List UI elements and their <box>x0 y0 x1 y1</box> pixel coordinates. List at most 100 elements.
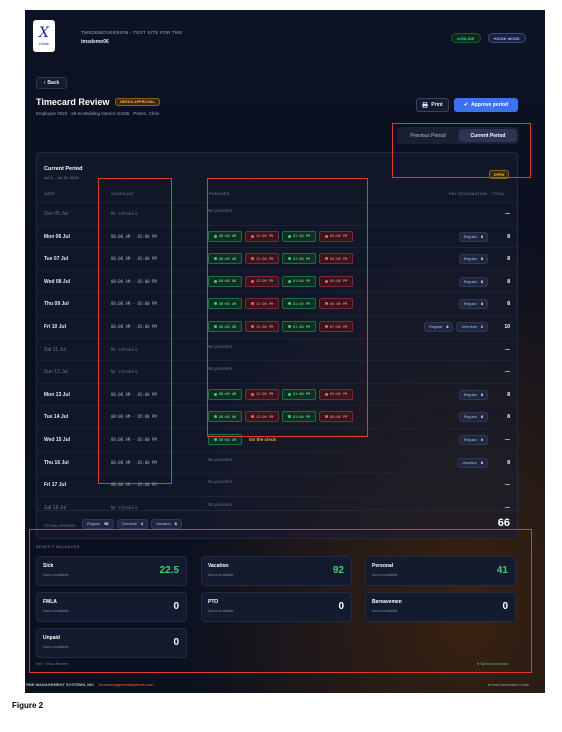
punch-in-dot-icon <box>287 257 291 261</box>
pay-designation-pill[interactable]: Vacation 8 <box>457 457 488 468</box>
punch-in-chip[interactable]: 01:00 PM <box>282 388 316 400</box>
punch-in-chip[interactable]: 08:00 AM <box>208 253 242 265</box>
table-row: Wed 15 Jul 08:00 AM - 05:00 PM 08:00 AM On … <box>36 428 518 451</box>
pay-designation-pill[interactable]: Regular 8 <box>458 389 488 400</box>
row-punches: 08:00 AM 12:00 PM 01:00 PM 05:00 PM <box>208 253 353 265</box>
punch-in-dot-icon <box>213 415 217 419</box>
pay-designation-pill[interactable]: Regular 8 <box>458 412 488 423</box>
row-punches: No punches <box>208 344 232 349</box>
punch-in-chip[interactable]: 08:00 AM <box>208 230 242 242</box>
punch-out-dot-icon <box>324 234 328 238</box>
row-date: Mon 13 Jul <box>44 391 70 398</box>
punch-time: 05:00 PM <box>329 234 348 239</box>
punch-in-chip[interactable]: 01:00 PM <box>282 321 316 332</box>
punch-out-chip[interactable]: 05:00 PM <box>319 230 353 242</box>
punch-in-chip[interactable]: 08:00 AM <box>208 275 242 287</box>
pay-designation-pill[interactable]: Regular 8 <box>458 299 488 310</box>
no-punches-text: No punches <box>208 366 233 372</box>
pay-designation-pill[interactable]: Regular 8 <box>424 322 454 332</box>
pay-designation-pill[interactable]: Regular 8 <box>458 276 488 287</box>
punch-in-chip[interactable]: 01:00 PM <box>282 230 316 242</box>
punch-out-chip[interactable]: 05:00 PM <box>319 411 353 423</box>
table-row: Tue 14 Jul 08:00 AM - 05:00 PM 08:00 AM 12:… <box>36 405 518 428</box>
table-row: Mon 06 Jul 08:00 AM - 05:00 PM 08:00 AM 12:… <box>36 224 518 248</box>
print-label: Print <box>431 102 443 108</box>
punch-in-chip[interactable]: 01:00 PM <box>282 411 316 423</box>
pay-designation-hours: 0 <box>480 438 483 442</box>
company-link[interactable]: timemanagementsystems.com <box>99 682 153 687</box>
previous-period-tab[interactable]: Previous Period <box>399 129 457 142</box>
company-name: TIME MANAGEMENT SYSTEMS, INC <box>25 682 95 687</box>
back-button[interactable]: ‹ Back <box>36 77 67 89</box>
punch-out-chip[interactable]: 12:00 PM <box>245 298 279 310</box>
punch-time: 01:00 PM <box>292 279 311 284</box>
punch-time: 12:00 PM <box>255 279 274 284</box>
pay-designation-pill[interactable]: Regular 0 <box>458 435 488 445</box>
punch-in-chip[interactable]: 08:00 AM <box>208 321 242 332</box>
pay-designation-hours: 8 <box>480 460 483 465</box>
punch-time: 08:00 AM <box>218 437 237 442</box>
benefit-name: FMLA <box>43 599 57 605</box>
punch-in-chip[interactable]: 08:00 AM <box>208 298 242 310</box>
row-date: Wed 08 Jul <box>44 278 71 285</box>
approve-period-button[interactable]: ✔ Approve period <box>454 98 518 112</box>
punch-out-chip[interactable]: 12:00 PM <box>245 411 279 423</box>
punch-out-chip[interactable]: 05:00 PM <box>319 388 353 400</box>
punch-out-dot-icon <box>324 392 328 396</box>
row-total: 8 <box>507 301 510 308</box>
punch-time: 08:00 AM <box>218 414 237 419</box>
punch-out-chip[interactable]: 05:00 PM <box>319 253 353 265</box>
column-header-date: DATE <box>44 192 56 196</box>
row-date: Tue 14 Jul <box>44 414 69 421</box>
punch-out-chip[interactable]: 07:00 PM <box>319 321 353 332</box>
punch-out-chip[interactable]: 05:00 PM <box>319 298 353 310</box>
row-pay-designation: Regular 8 <box>458 299 488 310</box>
site-title: TMSDEMOVERSION - TEST SITE FOR TMS <box>81 30 183 35</box>
punch-out-chip[interactable]: 12:00 PM <box>245 388 279 400</box>
punch-out-dot-icon <box>250 234 254 238</box>
punch-in-dot-icon <box>287 302 291 306</box>
benefit-name: Personal <box>372 563 394 569</box>
punch-in-chip[interactable]: 01:00 PM <box>282 253 316 265</box>
punch-in-chip[interactable]: 08:00 AM <box>208 434 242 445</box>
punch-out-chip[interactable]: 12:00 PM <box>245 230 279 242</box>
row-pay-designation: Regular 8 <box>458 412 488 423</box>
bottom-bar: TIME MANAGEMENT SYSTEMS, INC timemanagem… <box>25 678 545 693</box>
table-row: Tue 07 Jul 08:00 AM - 05:00 PM 08:00 AM 12:… <box>36 247 518 270</box>
punch-time: 12:00 PM <box>255 301 274 306</box>
punch-in-chip[interactable]: 08:00 AM <box>208 411 242 423</box>
punch-out-chip[interactable]: 12:00 PM <box>245 275 279 287</box>
pay-designation-pill[interactable]: Regular 8 <box>458 254 488 265</box>
pay-designation-label: Regular <box>463 257 477 262</box>
benefit-card: Personal hours available 41 <box>365 556 516 586</box>
punch-in-chip[interactable]: 01:00 PM <box>282 275 316 287</box>
punch-time: 01:00 PM <box>292 414 311 419</box>
punch-in-chip[interactable]: 08:00 AM <box>208 388 242 400</box>
pay-designation-label: Regular <box>463 279 477 284</box>
no-punches-text: No punches <box>208 343 233 349</box>
punch-out-chip[interactable]: 05:00 PM <box>319 275 353 287</box>
pay-designation-hours: 8 <box>480 392 483 397</box>
benefit-subtitle: hours available <box>208 609 234 613</box>
punch-in-dot-icon <box>213 392 217 396</box>
total-hours-pill-value: 56 <box>104 522 109 526</box>
punch-out-chip[interactable]: 12:00 PM <box>245 321 279 332</box>
punch-in-chip[interactable]: 01:00 PM <box>282 298 316 310</box>
current-period-tab[interactable]: Current Period <box>459 129 517 142</box>
pay-designation-label: Regular <box>463 234 477 239</box>
grand-total: 66 <box>497 517 510 529</box>
pay-designation-pill[interactable]: Overtime 2 <box>456 322 488 332</box>
total-hours-pill: Vacation 8 <box>151 519 182 529</box>
punch-time: 05:00 PM <box>329 392 348 397</box>
kiosk-screen: X Kiosk TMSDEMOVERSION - TEST SITE FOR T… <box>25 10 545 693</box>
pay-designation-pill[interactable]: Regular 8 <box>458 231 488 242</box>
punch-time: 01:00 PM <box>292 392 311 397</box>
punch-time: 12:00 PM <box>255 414 274 419</box>
pay-designation-label: Regular <box>463 392 477 397</box>
row-total: — <box>505 437 510 443</box>
punch-out-chip[interactable]: 12:00 PM <box>245 253 279 265</box>
online-status-label: ONLINE <box>459 35 475 41</box>
row-pay-designation: Regular 8 <box>458 276 488 287</box>
row-date: Wed 15 Jul <box>44 437 71 443</box>
print-button[interactable]: Print <box>416 98 449 112</box>
